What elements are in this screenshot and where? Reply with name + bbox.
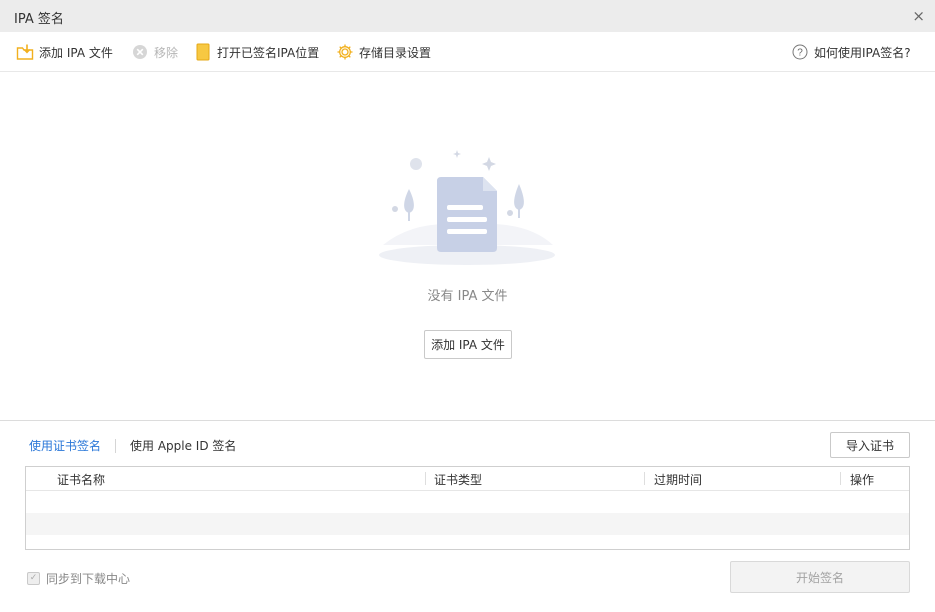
help-link[interactable]: ? 如何使用IPA签名? <box>791 43 911 61</box>
tab-certificate-sign[interactable]: 使用证书签名 <box>29 437 101 454</box>
remove-button[interactable]: 移除 <box>131 43 178 61</box>
gear-icon <box>336 43 354 61</box>
empty-message: 没有 IPA 文件 <box>427 289 508 304</box>
section-divider <box>0 420 935 421</box>
close-icon[interactable]: × <box>912 7 925 25</box>
import-certificate-button[interactable]: 导入证书 <box>830 432 910 458</box>
file-list-area: 没有 IPA 文件 添加 IPA 文件 <box>0 72 935 420</box>
help-label: 如何使用IPA签名? <box>814 45 911 60</box>
table-row <box>26 535 909 549</box>
open-signed-location-label: 打开已签名IPA位置 <box>217 45 320 60</box>
add-ipa-file-label: 添加 IPA 文件 <box>39 45 113 60</box>
column-separator <box>644 472 645 485</box>
table-header: 证书名称 证书类型 过期时间 操作 <box>26 467 909 491</box>
toolbar: 添加 IPA 文件 移除 打开已签名IPA位置 存储目录设置 ? 如何使用IPA… <box>0 32 935 72</box>
add-ipa-file-center-button[interactable]: 添加 IPA 文件 <box>424 330 512 359</box>
question-circle-icon: ? <box>791 43 809 61</box>
table-row <box>26 491 909 513</box>
column-cert-type: 证书类型 <box>434 473 483 487</box>
add-ipa-file-button[interactable]: 添加 IPA 文件 <box>16 43 113 61</box>
table-row <box>26 513 909 535</box>
column-actions: 操作 <box>850 473 875 487</box>
certificate-table: 证书名称 证书类型 过期时间 操作 <box>25 466 910 550</box>
sync-checkbox[interactable]: ✓ <box>27 572 40 585</box>
column-separator <box>840 472 841 485</box>
window-title: IPA 签名 <box>14 12 64 27</box>
folder-add-icon <box>16 43 34 61</box>
open-signed-location-button[interactable]: 打开已签名IPA位置 <box>194 43 319 61</box>
column-separator <box>425 472 426 485</box>
remove-label: 移除 <box>154 45 179 60</box>
sync-label: 同步到下载中心 <box>46 572 131 586</box>
title-bar: IPA 签名 × <box>0 0 935 32</box>
storage-settings-label: 存储目录设置 <box>359 45 432 60</box>
remove-circle-icon <box>131 43 149 61</box>
column-expiry-time: 过期时间 <box>654 473 703 487</box>
folder-icon <box>194 43 212 61</box>
sign-method-tabs: 使用证书签名 使用 Apple ID 签名 <box>29 437 236 454</box>
start-sign-button[interactable]: 开始签名 <box>730 561 910 593</box>
tab-separator <box>115 438 117 453</box>
tab-apple-id-sign[interactable]: 使用 Apple ID 签名 <box>130 437 236 454</box>
column-cert-name: 证书名称 <box>57 473 106 487</box>
sync-download-center: ✓ 同步到下载中心 <box>27 570 130 587</box>
empty-document-illustration <box>375 147 560 267</box>
storage-settings-button[interactable]: 存储目录设置 <box>336 43 431 61</box>
svg-text:?: ? <box>797 48 803 59</box>
